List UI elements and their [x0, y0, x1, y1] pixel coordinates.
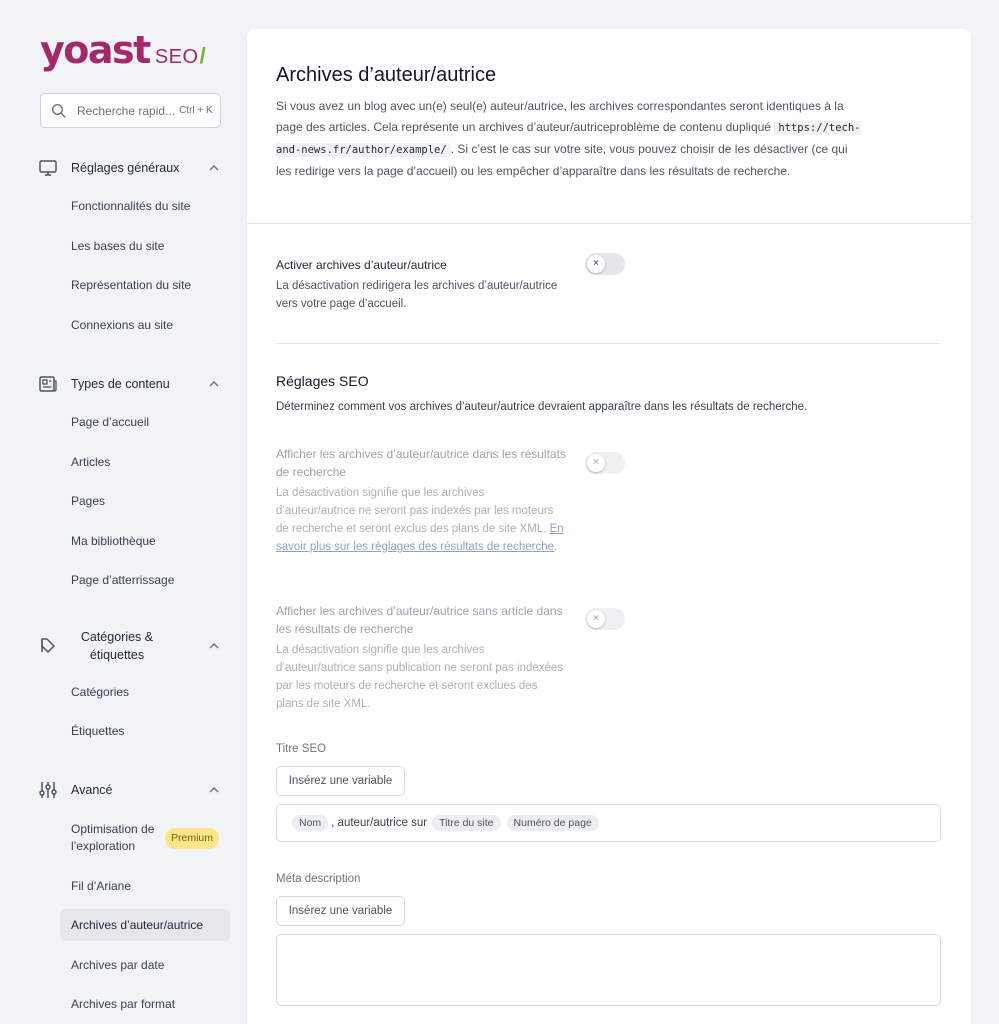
- seo-title-editor[interactable]: Nom , auteur/autrice sur Titre du site N…: [276, 804, 941, 842]
- variable-pill-name: Nom: [292, 815, 329, 831]
- logo-brand: yoast: [40, 28, 151, 72]
- sidebar-item-crawl-optimization[interactable]: Optimisation de l’exploration Premium: [60, 818, 230, 858]
- page-title: Archives d’auteur/autrice: [276, 64, 497, 86]
- enable-author-archives-toggle[interactable]: ×: [585, 253, 625, 275]
- page-header: Archives d’auteur/autrice Si vous avez u…: [276, 62, 866, 182]
- quick-search-button[interactable]: Recherche rapid... Ctrl + K: [40, 93, 221, 128]
- close-icon: ×: [587, 255, 605, 273]
- chevron-up-icon: [209, 165, 219, 171]
- setting-title: Activer archives d’auteur/autrice: [276, 258, 447, 272]
- section-title: Réglages SEO: [276, 373, 369, 389]
- chevron-up-icon: [209, 787, 219, 793]
- logo-slash: /: [199, 43, 206, 68]
- sidebar-item-date-archives[interactable]: Archives par date: [60, 949, 230, 981]
- setting-description: La désactivation signifie que les archiv…: [276, 484, 566, 556]
- insert-variable-button[interactable]: Insérez une variable: [276, 766, 405, 796]
- nav-group-advanced[interactable]: Avancé: [38, 780, 228, 800]
- search-icon: [51, 103, 66, 118]
- divider: [276, 343, 941, 344]
- sidebar-item-breadcrumbs[interactable]: Fil d’Ariane: [60, 870, 230, 902]
- sidebar-item-site-connections[interactable]: Connexions au site: [60, 309, 230, 341]
- show-without-posts-toggle[interactable]: ×: [585, 608, 625, 630]
- insert-variable-button-meta[interactable]: Insérez une variable: [276, 896, 405, 926]
- period: .: [554, 541, 558, 553]
- page-intro: Si vous avez un blog avec un(e) seul(e) …: [276, 96, 866, 182]
- divider: [247, 223, 971, 224]
- enable-author-archives-setting: Activer archives d’auteur/autrice La dés…: [276, 256, 566, 313]
- nav-group-label: Types de contenu: [71, 377, 170, 391]
- sidebar-item-author-archives[interactable]: Archives d’auteur/autrice: [60, 909, 230, 941]
- editor-text: , auteur/autrice sur: [331, 817, 428, 829]
- show-in-search-results-toggle[interactable]: ×: [585, 452, 625, 474]
- sidebar: yoast SEO / Recherche rapid... Ctrl + K …: [0, 0, 246, 1024]
- setting-title: Afficher les archives d’auteur/autrice s…: [276, 604, 563, 636]
- close-icon: ×: [587, 610, 605, 628]
- meta-description-label: Méta description: [276, 873, 361, 885]
- intro-text: Si vous avez un blog avec un(e) seul(e) …: [276, 99, 844, 134]
- section-description: Déterminez comment vos archives d’auteur…: [276, 401, 808, 413]
- variable-pill-site-title: Titre du site: [432, 815, 501, 831]
- nav-group-label: Catégories & étiquettes: [80, 630, 154, 662]
- setting-description: La désactivation signifie que les archiv…: [276, 644, 564, 710]
- nav-group-label: Avancé: [71, 783, 113, 797]
- sidebar-item-tags[interactable]: Étiquettes: [60, 715, 230, 747]
- sidebar-item-homepage[interactable]: Page d’accueil: [60, 406, 230, 438]
- show-without-posts-setting: Afficher les archives d’auteur/autrice s…: [276, 602, 566, 713]
- nav-group-label: Réglages généraux: [71, 161, 180, 175]
- nav-group-categories-tags[interactable]: Catégories & étiquettes: [38, 628, 228, 664]
- chevron-up-icon: [209, 643, 219, 649]
- sidebar-item-landing-page[interactable]: Page d’atterrissage: [60, 564, 230, 596]
- close-icon: ×: [587, 454, 605, 472]
- search-shortcut: Ctrl + K: [179, 105, 213, 116]
- sidebar-item-format-archives[interactable]: Archives par format: [60, 988, 230, 1020]
- setting-description-text: La désactivation signifie que les archiv…: [276, 487, 554, 535]
- sliders-icon: [39, 782, 57, 798]
- setting-title: Afficher les archives d’auteur/autrice d…: [276, 447, 566, 479]
- meta-description-editor[interactable]: [276, 934, 941, 1006]
- variable-pill-page-number: Numéro de page: [506, 815, 599, 831]
- sidebar-item-my-library[interactable]: Ma bibliothèque: [60, 525, 230, 557]
- desktop-icon: [39, 160, 57, 176]
- setting-description: La désactivation redirigera les archives…: [276, 280, 558, 310]
- sidebar-item-categories[interactable]: Catégories: [60, 676, 230, 708]
- yoast-seo-logo[interactable]: yoast SEO /: [40, 30, 206, 70]
- sidebar-item-pages[interactable]: Pages: [60, 485, 230, 517]
- sidebar-item-posts[interactable]: Articles: [60, 446, 230, 478]
- sidebar-item-site-basics[interactable]: Les bases du site: [60, 230, 230, 262]
- premium-badge: Premium: [165, 827, 220, 849]
- logo-product: SEO: [154, 46, 199, 68]
- seo-title-label: Titre SEO: [276, 743, 327, 755]
- search-placeholder: Recherche rapid...: [77, 103, 176, 118]
- sidebar-item-site-features[interactable]: Fonctionnalités du site: [60, 190, 230, 222]
- nav-group-general-settings[interactable]: Réglages généraux: [38, 158, 228, 178]
- nav-group-content-types[interactable]: Types de contenu: [38, 374, 228, 394]
- newspaper-icon: [39, 376, 57, 392]
- tag-icon: [41, 638, 55, 653]
- sidebar-item-label: Optimisation de l’exploration: [71, 822, 155, 853]
- chevron-up-icon: [209, 381, 219, 387]
- settings-card: Archives d’auteur/autrice Si vous avez u…: [247, 29, 971, 1024]
- sidebar-item-site-representation[interactable]: Représentation du site: [60, 269, 230, 301]
- show-in-search-results-setting: Afficher les archives d’auteur/autrice d…: [276, 445, 566, 556]
